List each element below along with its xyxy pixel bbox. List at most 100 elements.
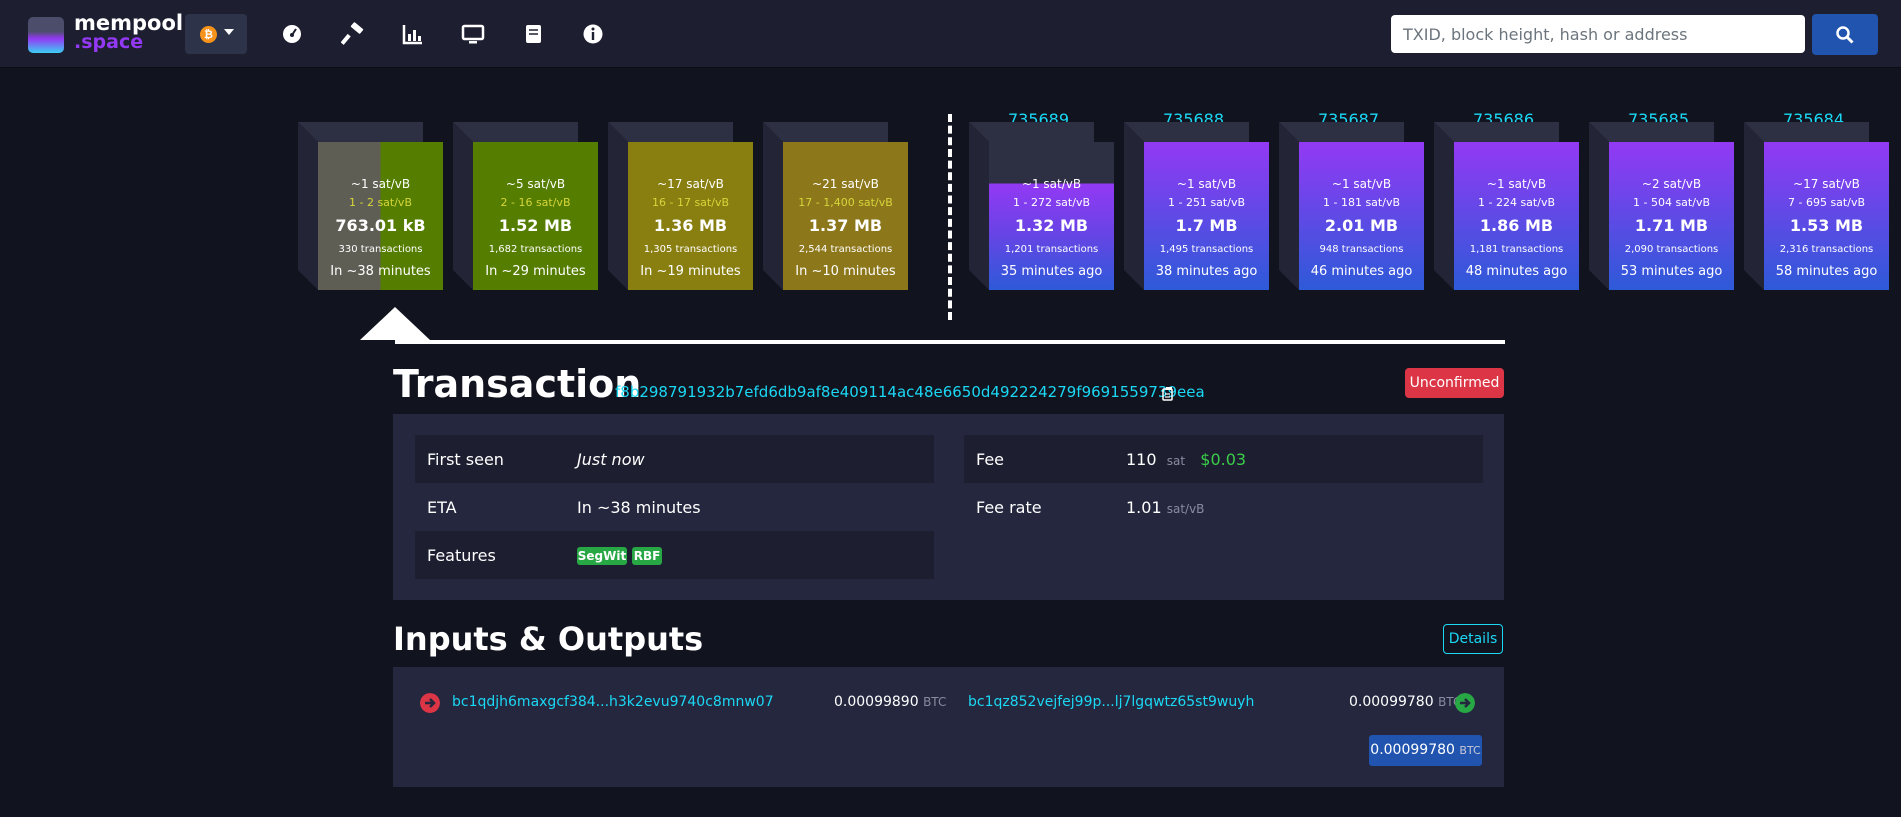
output-arrow-icon[interactable] [1455,693,1475,713]
block-tx-count: 2,544 transactions [798,244,893,255]
block-tx-count: 1,495 transactions [1159,244,1254,255]
block-fee-range: 17 - 1,400 sat/vB [798,196,893,209]
mining-icon[interactable] [341,22,365,46]
block-tx-count: 2,090 transactions [1624,244,1719,255]
block-fee-range: 2 - 16 sat/vB [500,196,571,209]
copy-icon[interactable] [1162,386,1176,401]
block-side-face [1434,122,1454,290]
inputs-outputs-panel [393,667,1504,787]
block-top-face [969,122,1094,142]
block-size: 1.86 MB [1479,216,1554,235]
first-seen-value: Just now [577,450,645,469]
fee-fiat: $0.03 [1200,450,1247,469]
block-median-fee: ~1 sat/vB [1331,177,1392,191]
chevron-down-icon [224,29,234,35]
block-top-face [1589,122,1714,142]
search-input[interactable] [1391,15,1805,53]
input-address[interactable]: bc1qdjh6maxgcf384...h3k2evu9740c8mnw07 [452,694,774,710]
network-selector[interactable]: ₿ [185,14,247,54]
mined-block[interactable]: ~1 sat/vB 1 - 272 sat/vB 1.32 MB 1,201 t… [969,122,1114,290]
block-fee-range: 1 - 504 sat/vB [1633,196,1710,209]
block-top-face [608,122,733,142]
pending-block[interactable]: ~5 sat/vB 2 - 16 sat/vB 1.52 MB 1,682 tr… [453,122,598,290]
block-fee-range: 1 - 2 sat/vB [348,196,412,209]
block-top-face [1434,122,1559,142]
block-tx-count: 1,201 transactions [1004,244,1099,255]
output-address[interactable]: bc1qz852vejfej99p...lj7lgqwtz65st9wuyh [968,694,1254,710]
block-median-fee: ~2 sat/vB [1641,177,1702,191]
block-size: 1.7 MB [1175,216,1238,235]
fee-rate-value: 1.01 [1126,498,1162,517]
input-unit: BTC [923,695,947,709]
search-button[interactable] [1812,14,1878,55]
block-top-face [763,122,888,142]
block-tx-count: 1,682 transactions [488,244,583,255]
mined-block[interactable]: ~17 sat/vB 7 - 695 sat/vB 1.53 MB 2,316 … [1744,122,1889,290]
block-size: 1.37 MB [808,216,883,235]
pending-block[interactable]: ~17 sat/vB 16 - 17 sat/vB 1.36 MB 1,305 … [608,122,753,290]
pending-block[interactable]: ~1 sat/vB 1 - 2 sat/vB 763.01 kB 330 tra… [298,122,443,290]
about-icon[interactable] [581,22,605,46]
first-seen-label: First seen [427,450,504,469]
rbf-badge: RBF [632,547,662,565]
fee-rate-group: 1.01 sat/vB [1126,498,1204,517]
output-amount-group: 0.00099780 BTC [1349,694,1461,710]
input-amount-group: 0.00099890 BTC [834,694,946,710]
total-unit: BTC [1459,744,1481,757]
block-fee-range: 1 - 251 sat/vB [1168,196,1245,209]
block-median-fee: ~1 sat/vB [1021,177,1082,191]
dashboard-icon[interactable] [280,22,304,46]
block-median-fee: ~1 sat/vB [1486,177,1547,191]
graphs-icon[interactable] [401,22,425,46]
block-side-face [969,122,989,290]
input-arrow-icon[interactable] [420,693,440,713]
block-tx-count: 2,316 transactions [1779,244,1874,255]
txid-link[interactable]: f8b298791932b7efd6db9af8e409114ac48e6650… [615,383,1205,401]
eta-value: In ~38 minutes [577,498,701,517]
segwit-badge: SegWit [577,547,627,565]
block-top-face [298,122,423,142]
output-amount: 0.00099780 [1349,694,1434,710]
mempool-logo[interactable] [28,17,64,53]
mined-block[interactable]: ~2 sat/vB 1 - 504 sat/vB 1.71 MB 2,090 t… [1589,122,1734,290]
navbar: mempool .space ₿ [0,0,1901,68]
features-label: Features [427,546,496,565]
page-title: Transaction [393,362,642,406]
block-size: 763.01 kB [335,216,426,235]
fee-unit: sat [1166,454,1186,468]
block-size: 1.53 MB [1789,216,1864,235]
block-fee-range: 1 - 181 sat/vB [1323,196,1400,209]
docs-icon[interactable] [521,22,545,46]
block-size: 1.52 MB [498,216,573,235]
pending-block[interactable]: ~21 sat/vB 17 - 1,400 sat/vB 1.37 MB 2,5… [763,122,908,290]
block-size: 1.32 MB [1014,216,1089,235]
fee-value: 110 [1126,450,1157,469]
block-side-face [763,122,783,290]
block-time: 46 minutes ago [1310,264,1413,279]
block-tx-count: 330 transactions [338,244,423,255]
block-fee-range: 1 - 224 sat/vB [1478,196,1555,209]
block-top-face [1279,122,1404,142]
selected-block-arrow [360,307,430,340]
block-median-fee: ~21 sat/vB [812,177,879,191]
block-side-face [453,122,473,290]
fee-rate-label: Fee rate [976,498,1042,517]
block-time: 58 minutes ago [1775,264,1878,279]
block-size: 1.71 MB [1634,216,1709,235]
block-fee-range: 1 - 272 sat/vB [1013,196,1090,209]
section-title: Inputs & Outputs [393,620,704,658]
details-button[interactable]: Details [1443,624,1503,654]
block-side-face [1589,122,1609,290]
block-eta: In ~29 minutes [485,264,586,279]
block-fee-range: 7 - 695 sat/vB [1788,196,1865,209]
tv-icon[interactable] [461,22,485,46]
input-amount: 0.00099890 [834,694,919,710]
mined-block[interactable]: ~1 sat/vB 1 - 251 sat/vB 1.7 MB 1,495 tr… [1124,122,1269,290]
mined-block[interactable]: ~1 sat/vB 1 - 181 sat/vB 2.01 MB 948 tra… [1279,122,1424,290]
mined-block[interactable]: ~1 sat/vB 1 - 224 sat/vB 1.86 MB 1,181 t… [1434,122,1579,290]
block-tx-count: 1,305 transactions [643,244,738,255]
block-top-face [1124,122,1249,142]
brand-name[interactable]: mempool .space [74,13,183,52]
block-median-fee: ~1 sat/vB [350,177,411,191]
block-time: 53 minutes ago [1620,264,1723,279]
